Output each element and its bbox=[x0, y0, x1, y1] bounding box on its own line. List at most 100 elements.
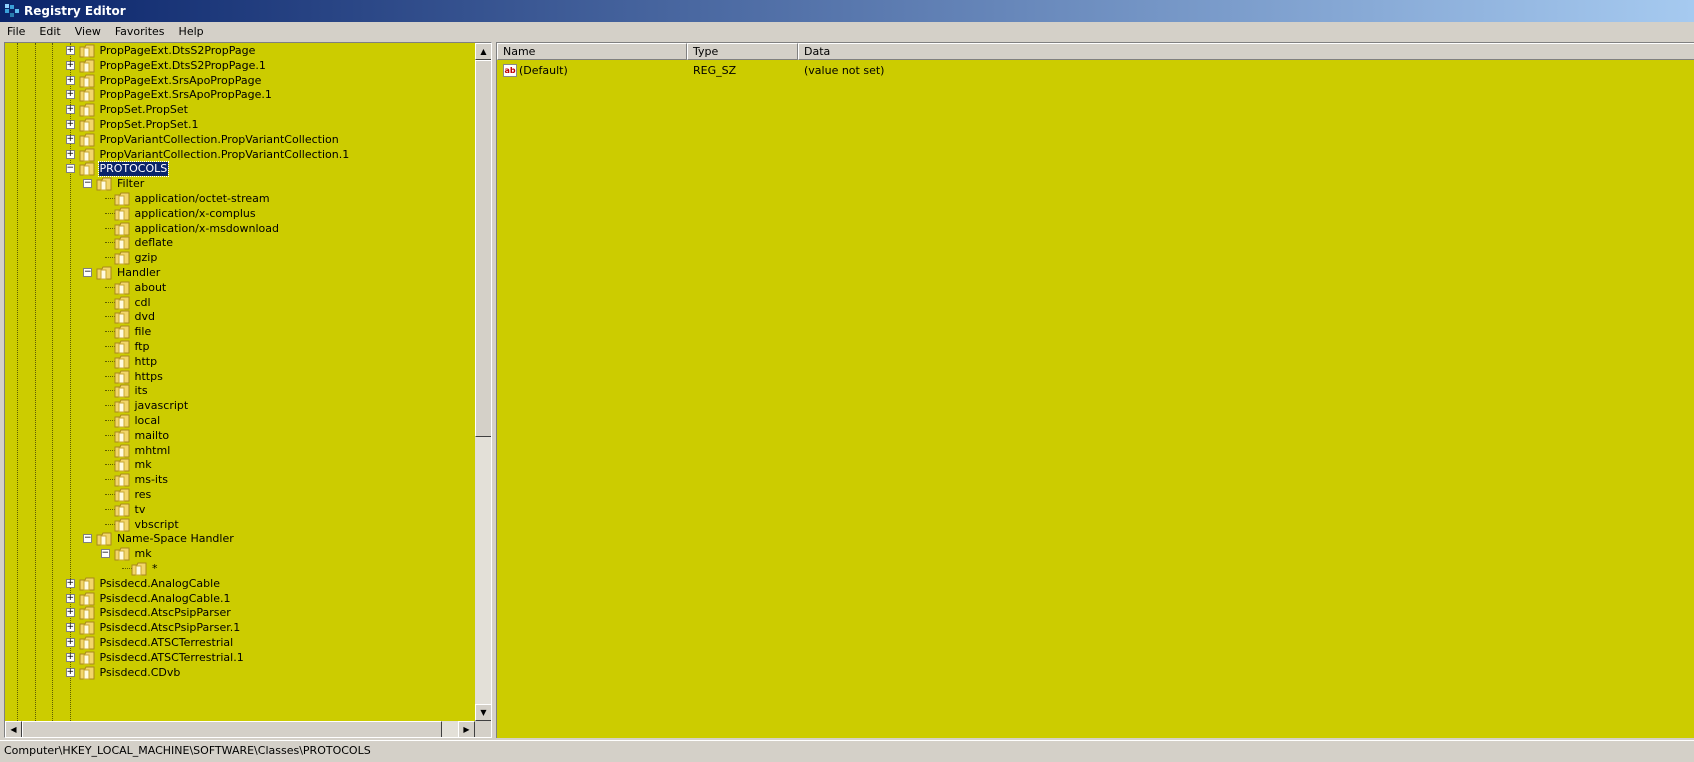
tree-node[interactable]: + Psisdecd.AnalogCable bbox=[5, 576, 475, 592]
tree-node-label[interactable]: deflate bbox=[134, 236, 175, 250]
tree-node-label[interactable]: ms-its bbox=[134, 473, 170, 487]
tree-node-label[interactable]: Psisdecd.CDvb bbox=[99, 666, 182, 680]
menu-view[interactable]: View bbox=[68, 22, 108, 42]
tree-node-label[interactable]: PropPageExt.DtsS2PropPage.1 bbox=[99, 59, 267, 73]
tree-node-label[interactable]: local bbox=[134, 414, 162, 428]
expand-button[interactable]: + bbox=[65, 149, 75, 159]
tree-node[interactable]: deflate bbox=[5, 235, 475, 251]
expand-button[interactable]: + bbox=[65, 578, 75, 588]
collapse-button[interactable]: − bbox=[100, 549, 110, 559]
tree-node[interactable]: + PropVariantCollection.PropVariantCollec… bbox=[5, 147, 475, 163]
tree-node-label[interactable]: mk bbox=[134, 547, 153, 561]
tree-node[interactable]: + PropSet.PropSet bbox=[5, 102, 475, 118]
tree-node[interactable]: vbscript bbox=[5, 517, 475, 533]
list-row[interactable]: ab (Default) REG_SZ (value not set) bbox=[497, 62, 1694, 78]
column-header-data[interactable]: Data bbox=[798, 43, 1694, 60]
expand-button[interactable]: + bbox=[65, 90, 75, 100]
tree-node-label[interactable]: ftp bbox=[134, 340, 151, 354]
tree-node-label[interactable]: tv bbox=[134, 503, 147, 517]
tree-node-label[interactable]: Psisdecd.AtscPsipParser.1 bbox=[99, 621, 242, 635]
tree-node-label[interactable]: PROTOCOLS bbox=[97, 161, 170, 178]
tree-node-label[interactable]: application/x-msdownload bbox=[134, 222, 281, 236]
expand-button[interactable]: + bbox=[65, 46, 75, 55]
tree-node[interactable]: res bbox=[5, 487, 475, 503]
tree-node-label[interactable]: mhtml bbox=[134, 444, 172, 458]
expand-button[interactable]: + bbox=[65, 60, 75, 70]
expand-button[interactable]: + bbox=[65, 652, 75, 662]
scroll-thumb[interactable] bbox=[475, 60, 491, 437]
tree-node-label[interactable]: Handler bbox=[116, 266, 161, 280]
scroll-h-thumb[interactable] bbox=[22, 721, 442, 737]
tree-node[interactable]: + PropPageExt.SrsApoPropPage bbox=[5, 73, 475, 89]
expand-button[interactable]: + bbox=[65, 593, 75, 603]
tree-node-label[interactable]: mailto bbox=[134, 429, 171, 443]
tree-node[interactable]: javascript bbox=[5, 398, 475, 414]
tree-node-label[interactable]: application/x-complus bbox=[134, 207, 257, 221]
tree-node-label[interactable]: PropSet.PropSet bbox=[99, 103, 190, 117]
menu-favorites[interactable]: Favorites bbox=[108, 22, 172, 42]
tree-node[interactable]: local bbox=[5, 413, 475, 429]
tree-node-label[interactable]: gzip bbox=[134, 251, 159, 265]
tree-node[interactable]: http bbox=[5, 354, 475, 370]
tree-node-label[interactable]: Psisdecd.ATSCTerrestrial.1 bbox=[99, 651, 245, 665]
collapse-button[interactable]: − bbox=[83, 534, 92, 544]
tree-node[interactable]: about bbox=[5, 280, 475, 296]
scroll-left-button[interactable]: ◀ bbox=[5, 721, 22, 737]
expand-button[interactable]: + bbox=[65, 134, 75, 144]
tree-node[interactable]: dvd bbox=[5, 309, 475, 325]
expand-button[interactable]: + bbox=[65, 667, 75, 677]
tree-node[interactable]: mhtml bbox=[5, 443, 475, 459]
tree-node-label[interactable]: Name-Space Handler bbox=[116, 532, 235, 546]
tree-node-label[interactable]: Psisdecd.AnalogCable bbox=[99, 577, 221, 591]
expand-button[interactable]: + bbox=[65, 105, 75, 115]
tree-node-label[interactable]: file bbox=[134, 325, 153, 339]
tree-node[interactable]: cdl bbox=[5, 295, 475, 311]
tree-vertical-scrollbar[interactable]: ▲ ▼ bbox=[475, 43, 491, 721]
tree-node-label[interactable]: * bbox=[151, 562, 159, 576]
tree-node[interactable]: + Psisdecd.ATSCTerrestrial.1 bbox=[5, 650, 475, 666]
tree-node[interactable]: file bbox=[5, 324, 475, 340]
tree-node[interactable]: + Psisdecd.AtscPsipParser bbox=[5, 605, 475, 621]
tree-node[interactable]: − Handler bbox=[5, 265, 475, 281]
tree-node-label[interactable]: mk bbox=[134, 458, 153, 472]
scroll-down-button[interactable]: ▼ bbox=[475, 704, 491, 721]
tree-node[interactable]: + PropPageExt.DtsS2PropPage.1 bbox=[5, 58, 475, 74]
tree-node-label[interactable]: its bbox=[134, 384, 149, 398]
menu-file[interactable]: File bbox=[0, 22, 32, 42]
tree-node-label[interactable]: about bbox=[134, 281, 168, 295]
tree-node[interactable]: + Psisdecd.ATSCTerrestrial bbox=[5, 635, 475, 651]
tree-node-label[interactable]: Psisdecd.ATSCTerrestrial bbox=[99, 636, 235, 650]
column-header-type[interactable]: Type bbox=[687, 43, 798, 60]
tree-node[interactable]: tv bbox=[5, 502, 475, 518]
tree-node[interactable]: + PropSet.PropSet.1 bbox=[5, 117, 475, 133]
collapse-button[interactable]: − bbox=[83, 268, 92, 277]
tree-node[interactable]: + PropVariantCollection.PropVariantCollec… bbox=[5, 132, 475, 148]
tree-node[interactable]: its bbox=[5, 383, 475, 399]
menu-edit[interactable]: Edit bbox=[32, 22, 67, 42]
tree-node[interactable]: mk bbox=[5, 457, 475, 473]
tree-node[interactable]: − Filter bbox=[5, 176, 475, 192]
values-list-pane[interactable]: Name Type Data ab (Default) REG_SZ (valu… bbox=[496, 42, 1694, 738]
tree-node-label[interactable]: dvd bbox=[134, 310, 156, 324]
tree-node-label[interactable]: PropPageExt.DtsS2PropPage bbox=[99, 44, 257, 58]
tree-node-label[interactable]: PropPageExt.SrsApoPropPage bbox=[99, 74, 263, 88]
tree-node[interactable]: + PropPageExt.DtsS2PropPage bbox=[5, 43, 475, 59]
tree-node-label[interactable]: Psisdecd.AnalogCable.1 bbox=[99, 592, 232, 606]
tree-node-label[interactable]: PropPageExt.SrsApoPropPage.1 bbox=[99, 88, 273, 102]
tree-node[interactable]: − PROTOCOLS bbox=[5, 161, 475, 178]
collapse-button[interactable]: − bbox=[65, 164, 75, 174]
tree-node[interactable]: − mk bbox=[5, 546, 475, 562]
tree-node-label[interactable]: res bbox=[134, 488, 153, 502]
tree-node[interactable]: application/x-msdownload bbox=[5, 221, 475, 237]
tree-node[interactable]: + PropPageExt.SrsApoPropPage.1 bbox=[5, 87, 475, 103]
tree-node[interactable]: https bbox=[5, 369, 475, 385]
tree-node-label[interactable]: PropSet.PropSet.1 bbox=[99, 118, 200, 132]
registry-tree-pane[interactable]: + PropPageExt.DtsS2PropPage + PropPageExt.D… bbox=[4, 42, 492, 738]
tree-node[interactable]: mailto bbox=[5, 428, 475, 444]
tree-node-label[interactable]: https bbox=[134, 370, 164, 384]
column-header-name[interactable]: Name bbox=[497, 43, 687, 60]
tree-node-label[interactable]: cdl bbox=[134, 296, 152, 310]
tree-node-label[interactable]: PropVariantCollection.PropVariantCollect… bbox=[99, 133, 340, 147]
scroll-up-button[interactable]: ▲ bbox=[475, 43, 491, 60]
tree-node[interactable]: + Psisdecd.AnalogCable.1 bbox=[5, 591, 475, 607]
